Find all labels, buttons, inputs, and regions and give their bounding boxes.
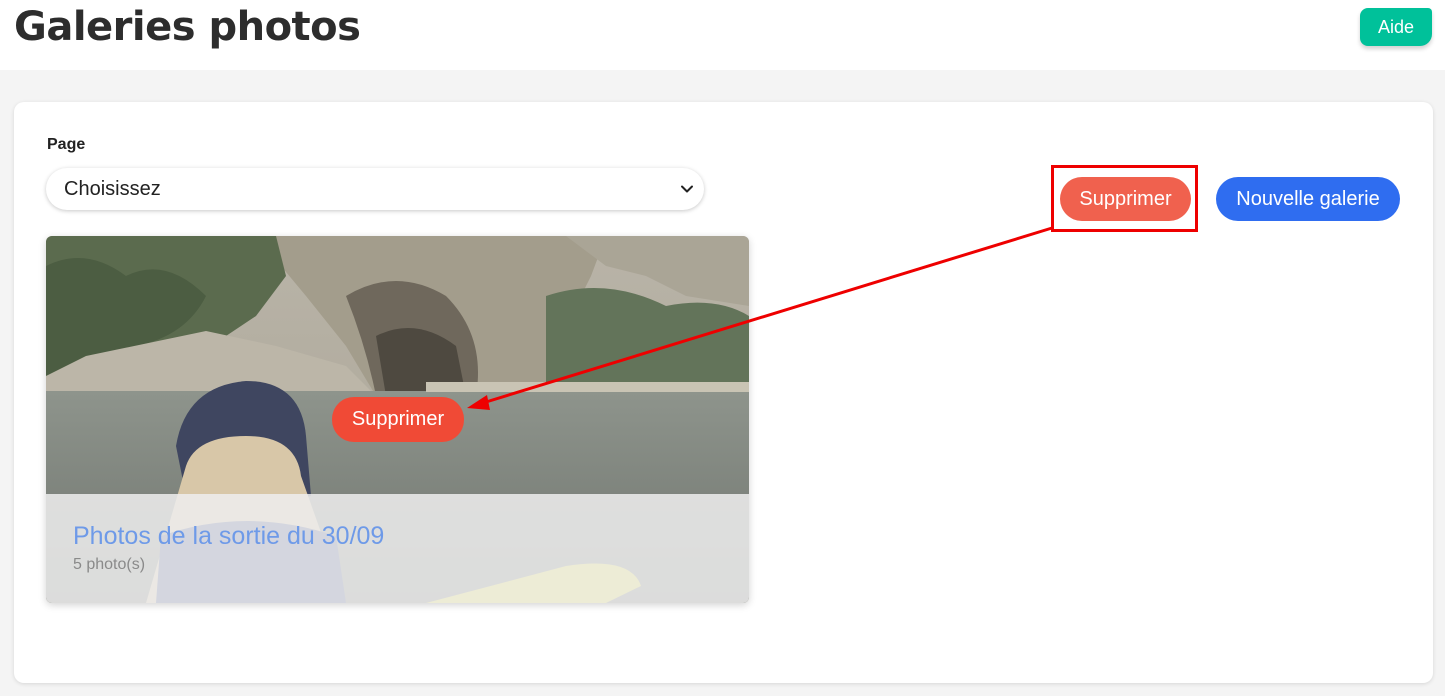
delete-button[interactable]: Supprimer [1060, 177, 1191, 221]
gallery-card-footer: Photos de la sortie du 30/09 5 photo(s) [46, 494, 749, 603]
gallery-photo-count: 5 photo(s) [73, 556, 146, 573]
gallery-card[interactable]: Supprimer Photos de la sortie du 30/09 5… [46, 236, 749, 603]
page-select-value: Choisissez [64, 177, 161, 200]
chevron-down-icon [681, 185, 693, 193]
page-title: Galeries photos [14, 4, 361, 50]
page-select[interactable]: Choisissez [46, 168, 704, 210]
top-bar: Galeries photos Aide [0, 0, 1445, 70]
gallery-delete-button[interactable]: Supprimer [332, 397, 464, 442]
new-gallery-button[interactable]: Nouvelle galerie [1216, 177, 1400, 221]
page-filter-label: Page [47, 136, 86, 153]
help-button[interactable]: Aide [1360, 8, 1432, 46]
gallery-title[interactable]: Photos de la sortie du 30/09 [73, 522, 384, 551]
